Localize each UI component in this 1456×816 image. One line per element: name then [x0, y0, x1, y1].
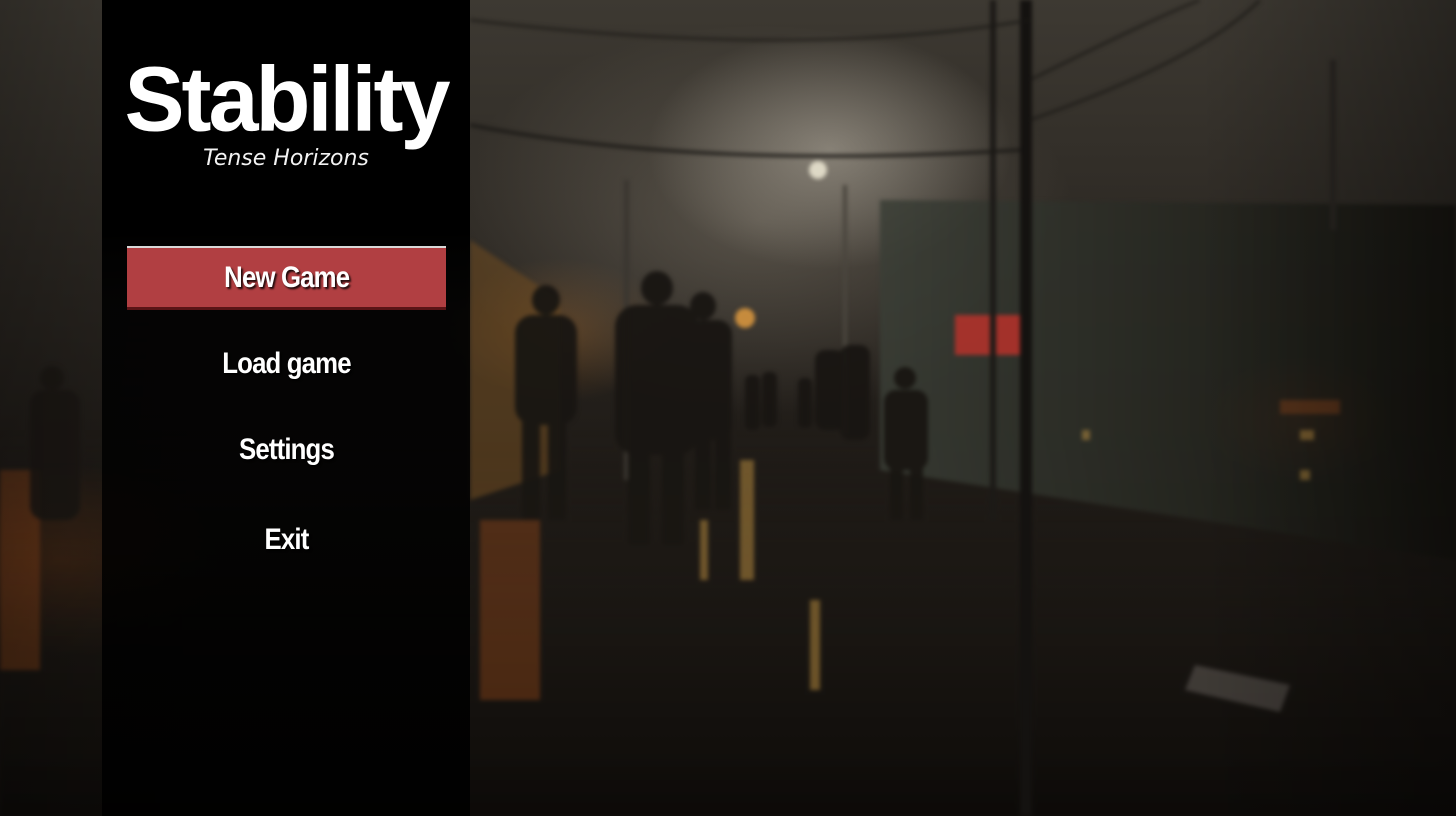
menu-panel: Stability Tense Horizons New Game Load g…: [102, 0, 470, 816]
load-game-button[interactable]: Load game: [149, 332, 423, 396]
main-menu-screen: Stability Tense Horizons New Game Load g…: [0, 0, 1456, 816]
new-game-button[interactable]: New Game: [127, 246, 446, 310]
game-title: Stability: [124, 49, 450, 151]
game-subtitle: Tense Horizons: [203, 146, 369, 171]
exit-button[interactable]: Exit: [149, 508, 423, 572]
load-game-label: Load game: [222, 347, 351, 380]
settings-button[interactable]: Settings: [149, 418, 423, 482]
exit-label: Exit: [264, 523, 310, 556]
settings-label: Settings: [239, 433, 335, 466]
new-game-label: New Game: [223, 260, 350, 294]
